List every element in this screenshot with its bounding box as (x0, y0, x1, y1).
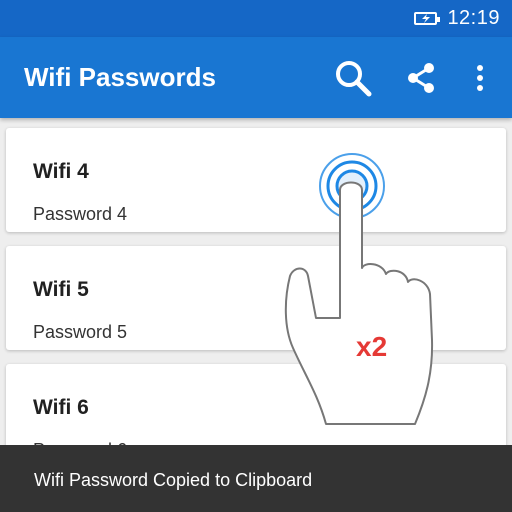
share-icon (408, 62, 434, 93)
wifi-password: Password 5 (33, 322, 128, 342)
more-vert-icon (477, 64, 483, 91)
more-options-button[interactable] (462, 37, 498, 118)
snackbar: Wifi Password Copied to Clipboard (0, 445, 512, 512)
wifi-name: Wifi 6 (33, 396, 89, 419)
app-bar: Wifi Passwords (0, 37, 512, 118)
list-item[interactable]: Wifi 4 Password 4 (6, 128, 506, 232)
app-title: Wifi Passwords (24, 62, 216, 92)
wifi-name: Wifi 4 (33, 160, 89, 183)
status-bar: 12:19 (0, 0, 512, 37)
list-item[interactable]: Wifi 5 Password 5 (6, 246, 506, 350)
search-button[interactable] (330, 37, 376, 118)
status-indicators: 12:19 (414, 0, 500, 37)
status-time: 12:19 (447, 7, 500, 29)
wifi-name: Wifi 5 (33, 278, 89, 301)
wifi-password: Password 4 (33, 204, 128, 224)
snackbar-message: Wifi Password Copied to Clipboard (34, 470, 313, 490)
battery-charging-icon (414, 12, 441, 25)
share-button[interactable] (398, 37, 444, 118)
search-icon (336, 60, 372, 96)
